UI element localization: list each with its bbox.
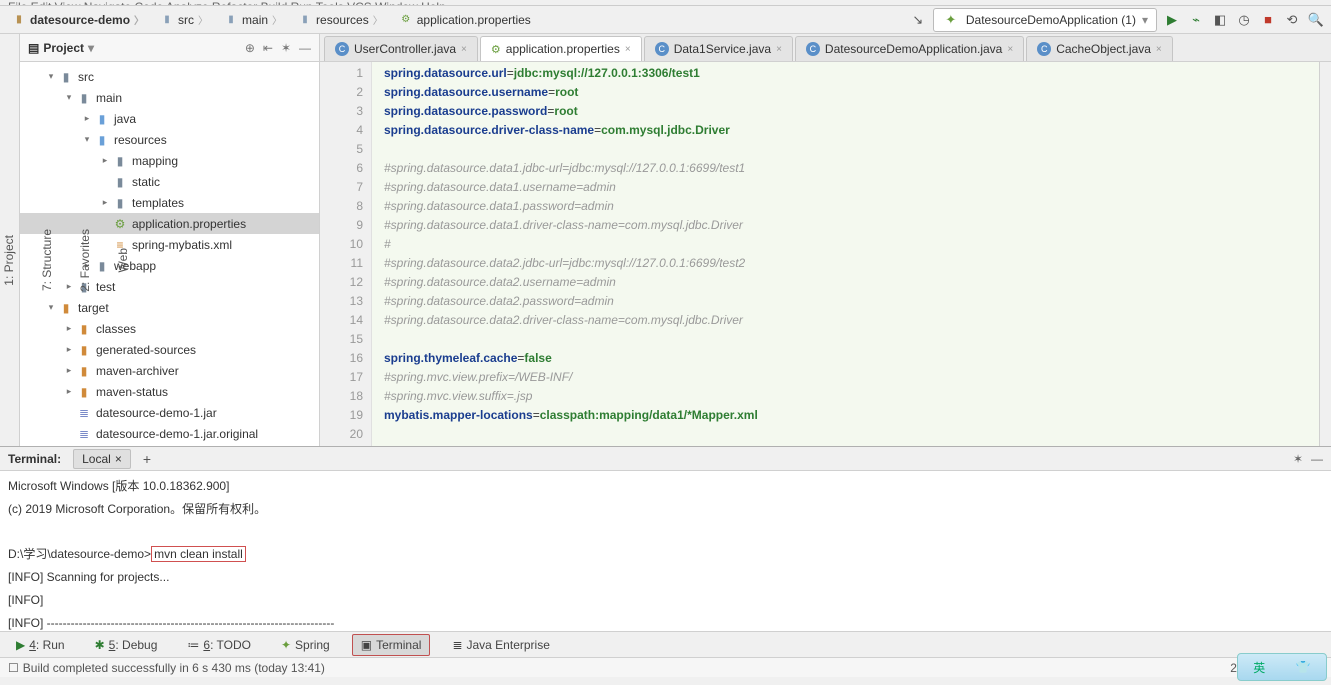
ime-indicator[interactable]: 英👕 bbox=[1237, 653, 1327, 681]
terminal-title: Terminal: bbox=[8, 452, 61, 466]
tab-web-vert[interactable]: Web bbox=[114, 244, 132, 276]
run-config-selector[interactable]: ✦ DatesourceDemoApplication (1) ▾ bbox=[933, 8, 1157, 32]
project-title[interactable]: Project bbox=[43, 41, 84, 55]
close-icon[interactable]: × bbox=[625, 44, 631, 55]
gear-icon[interactable]: ✶ bbox=[1293, 452, 1303, 466]
tab-structure-vert[interactable]: 7: Structure bbox=[38, 225, 56, 295]
bottom-tool-strip: ▶4: 4: RunRun ✱5: Debug ≔6: TODO ✦Spring… bbox=[0, 631, 1331, 657]
tool-terminal[interactable]: ▣Terminal bbox=[352, 634, 431, 656]
tool-spring[interactable]: ✦Spring bbox=[273, 635, 338, 655]
tree-resources[interactable]: resources bbox=[114, 133, 167, 147]
tab-data1service[interactable]: CData1Service.java× bbox=[644, 36, 793, 61]
tree-java[interactable]: java bbox=[114, 112, 136, 126]
tool-todo[interactable]: ≔6: TODO bbox=[179, 635, 259, 655]
class-icon: C bbox=[1037, 42, 1051, 56]
tree-templates[interactable]: templates bbox=[132, 196, 184, 210]
tree-mybatisxml[interactable]: spring-mybatis.xml bbox=[132, 238, 232, 252]
terminal-output[interactable]: Microsoft Windows [版本 10.0.18362.900] (c… bbox=[0, 471, 1331, 631]
tree-jarorig[interactable]: datesource-demo-1.jar.original bbox=[96, 427, 258, 441]
tab-demoapp[interactable]: CDatesourceDemoApplication.java× bbox=[795, 36, 1024, 61]
crumb-file[interactable]: application.properties bbox=[417, 13, 531, 27]
tree-classes[interactable]: classes bbox=[96, 322, 136, 336]
navigation-bar: ▮datesource-demo〉 ▮src〉 ▮main〉 ▮resource… bbox=[0, 6, 1331, 34]
folder-icon: ▮ bbox=[298, 13, 312, 27]
tool-debug[interactable]: ✱5: Debug bbox=[87, 635, 166, 655]
error-stripe[interactable] bbox=[1319, 62, 1331, 446]
properties-icon: ⚙ bbox=[399, 13, 413, 27]
tree-test[interactable]: test bbox=[96, 280, 115, 294]
folder-icon: ▮ bbox=[12, 13, 26, 27]
breadcrumb[interactable]: ▮datesource-demo〉 ▮src〉 ▮main〉 ▮resource… bbox=[6, 10, 909, 29]
tree-static[interactable]: static bbox=[132, 175, 160, 189]
status-bar: ☐Build completed successfully in 6 s 430… bbox=[0, 657, 1331, 677]
tree-mvnarch[interactable]: maven-archiver bbox=[96, 364, 179, 378]
tree-gensrc[interactable]: generated-sources bbox=[96, 343, 196, 357]
terminal-tab-local[interactable]: Local× bbox=[73, 449, 131, 469]
project-scope-icon[interactable]: ▤ bbox=[28, 41, 39, 55]
project-panel: ▤Project ▾ ⊕ ⇤ ✶ — ▾▮src ▾▮main ▸▮java ▾… bbox=[20, 34, 320, 446]
target-icon[interactable]: ⊕ bbox=[245, 41, 255, 55]
run-icon[interactable]: ▶ bbox=[1163, 11, 1181, 29]
crumb-project[interactable]: datesource-demo bbox=[30, 13, 130, 27]
coverage-icon[interactable]: ◧ bbox=[1211, 11, 1229, 29]
tree-appprops[interactable]: application.properties bbox=[132, 217, 246, 231]
debug-icon[interactable]: ⌁ bbox=[1187, 11, 1205, 29]
folder-icon: ▮ bbox=[224, 13, 238, 27]
code-content[interactable]: spring.datasource.url=jdbc:mysql://127.0… bbox=[372, 62, 1319, 446]
tree-main[interactable]: main bbox=[96, 91, 122, 105]
crumb-main[interactable]: main bbox=[242, 13, 268, 27]
close-icon[interactable]: × bbox=[115, 452, 122, 466]
tree-target[interactable]: target bbox=[78, 301, 109, 315]
hammer-icon[interactable]: ↘ bbox=[909, 11, 927, 29]
tab-cacheobject[interactable]: CCacheObject.java× bbox=[1026, 36, 1173, 61]
close-icon[interactable]: × bbox=[776, 44, 782, 55]
update-icon[interactable]: ⟲ bbox=[1283, 11, 1301, 29]
profiler-icon[interactable]: ◷ bbox=[1235, 11, 1253, 29]
tab-project-vert[interactable]: 1: Project bbox=[0, 231, 18, 290]
code-editor[interactable]: 1234567891011121314151617181920 spring.d… bbox=[320, 62, 1331, 446]
spring-leaf-icon: ✦ bbox=[942, 11, 960, 29]
class-icon: C bbox=[655, 42, 669, 56]
close-icon[interactable]: × bbox=[1156, 44, 1162, 55]
tool-javaee[interactable]: ≣Java Enterprise bbox=[444, 635, 557, 655]
new-terminal-button[interactable]: + bbox=[143, 451, 151, 467]
tab-usercontroller[interactable]: CUserController.java× bbox=[324, 36, 478, 61]
close-icon[interactable]: × bbox=[1007, 44, 1013, 55]
class-icon: C bbox=[335, 42, 349, 56]
run-config-label: DatesourceDemoApplication (1) bbox=[966, 13, 1136, 27]
terminal-panel: Terminal: Local× + ✶ — Microsoft Windows … bbox=[0, 446, 1331, 631]
crumb-resources[interactable]: resources bbox=[316, 13, 369, 27]
collapse-icon[interactable]: ⇤ bbox=[263, 41, 273, 55]
tree-src[interactable]: src bbox=[78, 70, 94, 84]
class-icon: C bbox=[806, 42, 820, 56]
tool-run[interactable]: ▶4: 4: RunRun bbox=[8, 635, 73, 655]
tree-jar[interactable]: datesource-demo-1.jar bbox=[96, 406, 217, 420]
editor-tabs: CUserController.java× ⚙application.prope… bbox=[320, 34, 1331, 62]
hide-icon[interactable]: — bbox=[1311, 452, 1323, 466]
project-tree[interactable]: ▾▮src ▾▮main ▸▮java ▾▮resources ▸▮mappin… bbox=[20, 62, 319, 446]
tab-application-properties[interactable]: ⚙application.properties× bbox=[480, 36, 642, 61]
stop-icon[interactable]: ■ bbox=[1259, 11, 1277, 29]
editor-area: CUserController.java× ⚙application.prope… bbox=[320, 34, 1331, 446]
tree-mvnstat[interactable]: maven-status bbox=[96, 385, 168, 399]
chevron-down-icon: ▾ bbox=[1142, 13, 1148, 27]
gear-icon[interactable]: ✶ bbox=[281, 41, 291, 55]
close-icon[interactable]: × bbox=[461, 44, 467, 55]
folder-icon: ▮ bbox=[160, 13, 174, 27]
search-icon[interactable]: 🔍 bbox=[1307, 11, 1325, 29]
tab-favorites-vert[interactable]: 2: Favorites bbox=[76, 225, 94, 296]
status-message: Build completed successfully in 6 s 430 … bbox=[23, 661, 325, 675]
left-tool-gutter: 1: Project 7: Structure 2: Favorites Web bbox=[0, 34, 20, 446]
crumb-src[interactable]: src bbox=[178, 13, 194, 27]
line-gutter: 1234567891011121314151617181920 bbox=[320, 62, 372, 446]
terminal-command: mvn clean install bbox=[151, 546, 246, 562]
tree-mapping[interactable]: mapping bbox=[132, 154, 178, 168]
properties-icon: ⚙ bbox=[491, 43, 501, 56]
hide-icon[interactable]: — bbox=[299, 41, 311, 55]
